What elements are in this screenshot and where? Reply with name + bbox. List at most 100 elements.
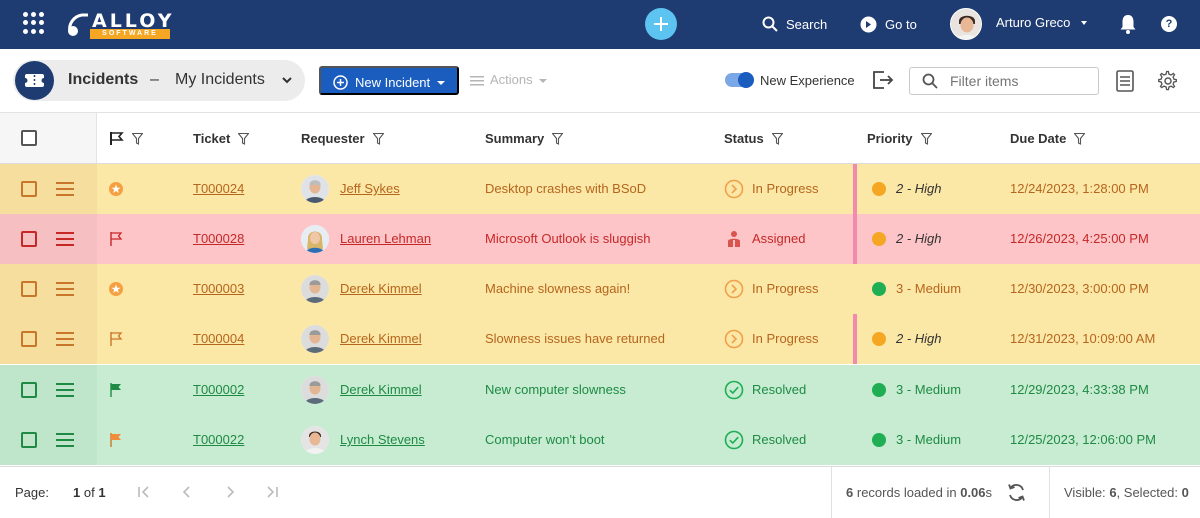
requester-link[interactable]: Lauren Lehman: [340, 231, 431, 246]
last-page-icon[interactable]: [264, 484, 280, 500]
requester-link[interactable]: Derek Kimmel: [340, 331, 422, 346]
table-row[interactable]: T000028 Lauren Lehman Microsoft Outlook …: [0, 214, 1200, 264]
goto-link[interactable]: Go to: [860, 14, 917, 34]
flag-filled-icon[interactable]: [108, 432, 124, 448]
ticket-link[interactable]: T000003: [193, 281, 244, 296]
refresh-icon[interactable]: [1006, 482, 1027, 503]
assigned-person-icon: [728, 231, 740, 247]
in-progress-icon: [724, 279, 744, 299]
row-checkbox[interactable]: [21, 331, 37, 347]
table-row[interactable]: T000004 Derek Kimmel Slowness issues hav…: [0, 314, 1200, 364]
column-filter-icon[interactable]: [771, 132, 783, 145]
loaded-count: 6: [846, 485, 854, 500]
ticket-link[interactable]: T000028: [193, 231, 244, 246]
column-filter-icon[interactable]: [920, 132, 932, 145]
actions-menu[interactable]: Actions: [470, 72, 547, 87]
previous-page-icon[interactable]: [179, 484, 195, 500]
priority-accent-bar: [853, 214, 857, 264]
status-text: In Progress: [752, 331, 819, 346]
summary-text: Desktop crashes with BSoD: [485, 181, 647, 196]
column-filter-icon[interactable]: [1074, 132, 1086, 145]
object-view-selector[interactable]: Incidents – My Incidents: [13, 60, 305, 101]
flag-filled-icon[interactable]: [108, 382, 124, 398]
priority-accent-bar: [853, 164, 857, 214]
row-checkbox[interactable]: [21, 181, 37, 197]
requester-link[interactable]: Jeff Sykes: [340, 181, 400, 196]
row-menu-icon[interactable]: [56, 332, 74, 346]
notifications-bell-icon[interactable]: [1118, 13, 1138, 35]
alloy-logo[interactable]: ALLOY SOFTWARE: [66, 10, 172, 40]
user-menu-caret-icon[interactable]: [1081, 21, 1087, 25]
search-link-label: Search: [786, 16, 828, 32]
column-layout-icon[interactable]: [1115, 70, 1135, 92]
user-avatar-image: [951, 9, 981, 39]
ticket-link[interactable]: T000022: [193, 432, 244, 447]
next-page-icon[interactable]: [222, 484, 238, 500]
new-experience-toggle[interactable]: [725, 72, 754, 88]
row-checkbox[interactable]: [21, 231, 37, 247]
table-row[interactable]: T000022 Lynch Stevens Computer won't boo…: [0, 415, 1200, 465]
row-menu-icon[interactable]: [56, 182, 74, 196]
user-avatar[interactable]: [950, 8, 982, 40]
table-row[interactable]: T000024 Jeff Sykes Desktop crashes with …: [0, 164, 1200, 214]
quick-create-button[interactable]: [645, 8, 677, 40]
ticket-link[interactable]: T000002: [193, 382, 244, 397]
star-badge-icon[interactable]: [108, 181, 124, 197]
flag-outline-icon[interactable]: [108, 331, 124, 347]
summary-text: Microsoft Outlook is sluggish: [485, 231, 651, 246]
exit-classic-icon[interactable]: [872, 70, 894, 90]
grid-header: Ticket Requester Summary Status Priority…: [0, 113, 1200, 164]
priority-accent-bar: [853, 314, 857, 364]
new-incident-button[interactable]: New Incident: [319, 66, 459, 95]
select-all-checkbox[interactable]: [21, 130, 37, 146]
column-header-summary-label: Summary: [485, 131, 545, 146]
table-row[interactable]: T000002 Derek Kimmel New computer slowne…: [0, 365, 1200, 415]
row-checkbox[interactable]: [21, 432, 37, 448]
requester-link[interactable]: Derek Kimmel: [340, 382, 422, 397]
priority-text: 2 - High: [896, 181, 942, 196]
search-link[interactable]: Search: [762, 14, 827, 34]
column-filter-icon[interactable]: [132, 132, 143, 145]
status-text: Resolved: [752, 432, 807, 447]
logo-subtitle: SOFTWARE: [90, 29, 170, 39]
star-badge-icon[interactable]: [108, 281, 124, 297]
summary-text: Computer won't boot: [485, 432, 605, 447]
resolved-check-icon: [724, 430, 744, 450]
incidents-ticket-icon: [15, 61, 54, 100]
first-page-icon[interactable]: [136, 484, 152, 500]
column-filter-icon[interactable]: [238, 132, 250, 145]
help-icon[interactable]: ?: [1161, 16, 1177, 32]
in-progress-icon: [724, 179, 744, 199]
row-menu-icon[interactable]: [56, 383, 74, 397]
ticket-link[interactable]: T000004: [193, 331, 244, 346]
app-launcher-icon[interactable]: [23, 12, 45, 34]
user-name[interactable]: Arturo Greco: [996, 15, 1070, 30]
column-header-status[interactable]: Status: [724, 131, 783, 146]
column-filter-icon[interactable]: [552, 132, 564, 145]
requester-link[interactable]: Derek Kimmel: [340, 281, 422, 296]
ticket-link[interactable]: T000024: [193, 181, 244, 196]
loaded-mid: records loaded in: [856, 485, 957, 500]
row-menu-icon[interactable]: [56, 433, 74, 447]
column-filter-icon[interactable]: [372, 132, 384, 145]
row-checkbox[interactable]: [21, 382, 37, 398]
column-header-ticket[interactable]: Ticket: [193, 131, 250, 146]
column-header-flag[interactable]: [109, 131, 143, 146]
resolved-check-icon: [724, 380, 744, 400]
table-row[interactable]: T000003 Derek Kimmel Machine slowness ag…: [0, 264, 1200, 314]
column-header-summary[interactable]: Summary: [485, 131, 564, 146]
row-selector-area: [0, 314, 97, 364]
column-header-requester[interactable]: Requester: [301, 131, 384, 146]
actions-label: Actions: [490, 72, 533, 87]
row-menu-icon[interactable]: [56, 282, 74, 296]
requester-link[interactable]: Lynch Stevens: [340, 432, 425, 447]
column-header-due-date[interactable]: Due Date: [1010, 131, 1086, 146]
flag-outline-icon[interactable]: [108, 231, 124, 247]
row-menu-icon[interactable]: [56, 232, 74, 246]
due-date-text: 12/31/2023, 10:09:00 AM: [1010, 331, 1156, 346]
page-toolbar: Incidents – My Incidents New Incident Ac…: [0, 49, 1200, 113]
column-header-priority[interactable]: Priority: [867, 131, 932, 146]
settings-gear-icon[interactable]: [1157, 70, 1179, 92]
row-checkbox[interactable]: [21, 281, 37, 297]
page-of: of: [83, 485, 95, 500]
